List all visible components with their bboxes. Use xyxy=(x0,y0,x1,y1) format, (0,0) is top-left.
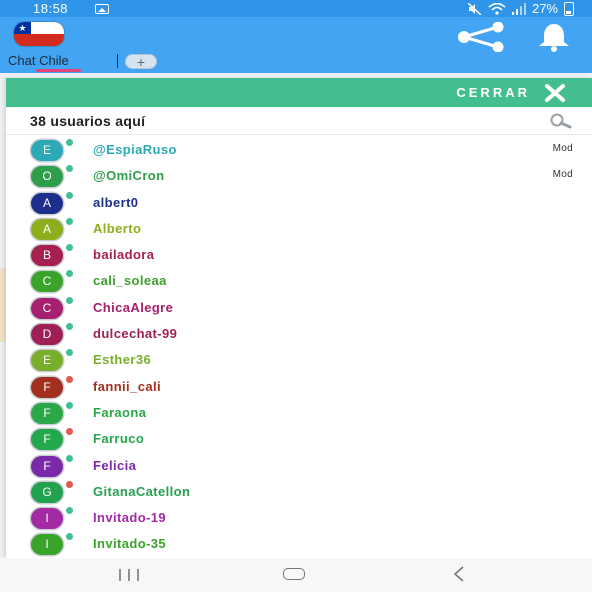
user-list: E @EspiaRuso Mod O @OmiCron Mod Aalbert0 A Alber… xyxy=(6,137,592,558)
user-name[interactable]: GitanaCatellon xyxy=(93,484,190,499)
mute-icon xyxy=(467,2,482,15)
online-status-dot xyxy=(65,532,74,542)
drawer-header: CERRAR xyxy=(6,78,592,107)
user-name[interactable]: albert0 xyxy=(93,195,138,210)
battery-icon xyxy=(564,1,574,16)
system-nav-bar xyxy=(0,558,592,592)
user-avatar[interactable]: I xyxy=(31,508,63,530)
recents-icon[interactable] xyxy=(117,568,141,582)
close-icon[interactable] xyxy=(544,83,566,103)
user-row[interactable]: G GitanaCatellon xyxy=(6,479,592,505)
online-status-dot xyxy=(65,374,74,384)
user-name[interactable]: Faraona xyxy=(93,405,146,420)
online-status-dot xyxy=(65,322,74,332)
back-icon[interactable] xyxy=(451,566,467,582)
user-avatar[interactable]: F xyxy=(31,429,63,451)
user-name[interactable]: Invitado-19 xyxy=(93,510,166,525)
user-name[interactable]: Invitado-35 xyxy=(93,536,166,551)
user-row[interactable]: Ffannii_cali xyxy=(6,374,592,400)
user-name[interactable]: cali_soleaa xyxy=(93,273,167,288)
online-status-dot xyxy=(65,453,74,463)
tab-divider xyxy=(117,54,118,68)
user-name[interactable]: bailadora xyxy=(93,247,154,262)
user-row[interactable]: O @OmiCron Mod xyxy=(6,163,592,189)
user-row[interactable]: Ddulcechat-99 xyxy=(6,321,592,347)
users-drawer: CERRAR 38 usuarios aquí E @EspiaRuso Mod O @… xyxy=(6,78,592,558)
status-time: 18:58 xyxy=(33,1,69,16)
user-avatar[interactable]: I xyxy=(31,534,63,556)
user-role-badge: Mod xyxy=(552,143,573,154)
user-avatar[interactable]: B xyxy=(31,245,63,267)
share-icon[interactable] xyxy=(455,22,507,52)
user-row[interactable]: I Invitado-35 xyxy=(6,531,592,557)
user-avatar[interactable]: E xyxy=(31,350,63,372)
add-tab-button[interactable]: + xyxy=(125,54,157,70)
user-avatar[interactable]: F xyxy=(31,376,63,398)
user-row[interactable]: F Farruco xyxy=(6,426,592,452)
online-status-dot xyxy=(65,400,74,410)
user-avatar[interactable]: E xyxy=(31,140,63,161)
online-status-dot xyxy=(65,138,74,147)
screen: 18:58 27% ★ Chat Chile + CERRAR 38 usuar… xyxy=(0,0,592,592)
online-status-dot xyxy=(65,295,74,305)
user-avatar[interactable]: C xyxy=(31,297,63,319)
user-row[interactable]: F Faraona xyxy=(6,400,592,426)
online-status-dot xyxy=(65,216,74,226)
tab-chat-chile[interactable]: Chat Chile xyxy=(8,53,69,68)
online-status-dot xyxy=(65,269,74,279)
user-name[interactable]: Alberto xyxy=(93,221,141,236)
user-row[interactable]: I Invitado-19 xyxy=(6,505,592,531)
user-name[interactable]: dulcechat-99 xyxy=(93,326,177,341)
image-notification-icon xyxy=(95,4,109,14)
user-row[interactable]: Bbailadora xyxy=(6,242,592,268)
users-count-bar: 38 usuarios aquí xyxy=(6,107,592,135)
search-icon[interactable] xyxy=(548,113,572,129)
user-avatar[interactable]: F xyxy=(31,455,63,477)
user-avatar[interactable]: G xyxy=(31,481,63,503)
signal-icon xyxy=(511,2,526,15)
chile-flag-icon[interactable]: ★ xyxy=(14,22,64,46)
tab-active-indicator xyxy=(36,69,81,72)
user-name[interactable]: Farruco xyxy=(93,431,144,446)
bell-icon[interactable] xyxy=(534,22,574,52)
wifi-icon xyxy=(488,2,506,15)
user-name[interactable]: ChicaAlegre xyxy=(93,300,173,315)
user-name[interactable]: fannii_cali xyxy=(93,379,161,394)
user-name[interactable]: Esther36 xyxy=(93,352,151,367)
online-status-dot xyxy=(65,479,74,489)
status-bar: 18:58 27% xyxy=(0,0,592,17)
online-status-dot xyxy=(65,243,74,253)
users-count-label: 38 usuarios aquí xyxy=(30,113,146,129)
user-row[interactable]: Ccali_soleaa xyxy=(6,268,592,294)
user-row[interactable]: E Esther36 xyxy=(6,347,592,373)
close-button-label[interactable]: CERRAR xyxy=(456,85,530,100)
user-row[interactable]: C ChicaAlegre xyxy=(6,295,592,321)
battery-percent: 27% xyxy=(531,1,558,16)
online-status-dot xyxy=(65,164,74,174)
user-avatar[interactable]: A xyxy=(31,192,63,214)
user-avatar[interactable]: O xyxy=(31,166,63,188)
user-row[interactable]: E @EspiaRuso Mod xyxy=(6,137,592,163)
user-avatar[interactable]: D xyxy=(31,324,63,346)
user-name[interactable]: Felicia xyxy=(93,458,136,473)
tab-bar: Chat Chile + xyxy=(0,53,592,73)
online-status-dot xyxy=(65,506,74,516)
user-row[interactable]: A Alberto xyxy=(6,216,592,242)
online-status-dot xyxy=(65,427,74,437)
user-avatar[interactable]: F xyxy=(31,402,63,424)
user-role-badge: Mod xyxy=(552,169,573,181)
online-status-dot xyxy=(65,348,74,358)
user-row[interactable]: Aalbert0 xyxy=(6,190,592,216)
home-icon[interactable] xyxy=(283,568,305,580)
status-icons: 27% xyxy=(467,1,574,16)
user-name[interactable]: @EspiaRuso xyxy=(93,142,177,157)
user-row[interactable]: F Felicia xyxy=(6,453,592,479)
user-avatar[interactable]: A xyxy=(31,218,63,240)
online-status-dot xyxy=(65,190,74,200)
user-avatar[interactable]: C xyxy=(31,271,63,293)
user-name[interactable]: @OmiCron xyxy=(93,168,165,183)
